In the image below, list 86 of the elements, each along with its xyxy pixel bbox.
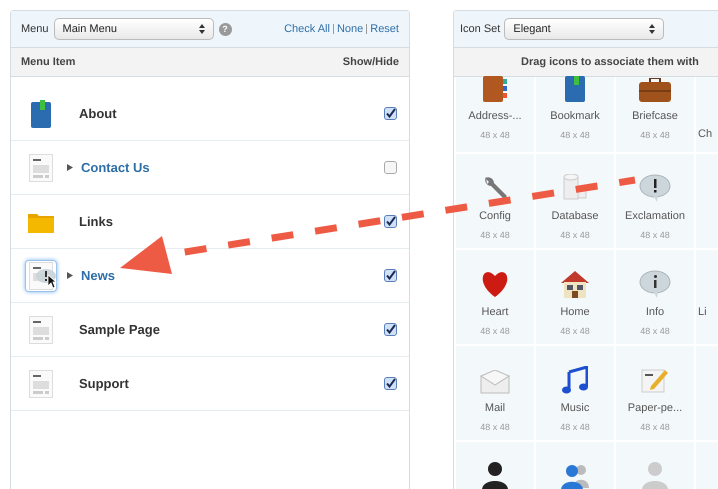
icon-name: Ch (698, 126, 712, 142)
select-arrows-icon (198, 24, 205, 34)
icon-tile[interactable]: Briefcase 48 x 48 (616, 77, 694, 152)
exclamation-bubble-icon[interactable] (639, 174, 671, 202)
icon-size: 48 x 48 (640, 128, 670, 142)
check-mark-icon (385, 108, 396, 119)
menu-item-label[interactable]: Links (79, 212, 113, 232)
icon-size: 48 x 48 (480, 324, 510, 338)
icon-size: 48 x 48 (640, 228, 670, 242)
show-checkbox[interactable] (384, 161, 397, 174)
book-icon (31, 100, 51, 128)
icon-name: Heart (482, 305, 508, 320)
check-mark-icon (385, 270, 396, 281)
icon-size: 48 x 48 (560, 420, 590, 434)
menu-item-label[interactable]: Contact Us (81, 158, 150, 178)
icon-name: Mail (484, 401, 506, 416)
bulk-action-link[interactable]: Check All (284, 20, 330, 38)
icon-size: 48 x 48 (560, 324, 590, 338)
check-mark-icon (385, 378, 396, 389)
icon-tile[interactable]: Config 48 x 48 (456, 154, 534, 248)
check-mark-icon (385, 324, 396, 335)
icon-size: 48 x 48 (480, 228, 510, 242)
check-mark-icon (385, 216, 396, 227)
icon-size: 48 x 48 (480, 128, 510, 142)
icon-tile[interactable]: Heart 48 x 48 (456, 250, 534, 344)
show-checkbox[interactable] (384, 269, 397, 282)
icon-tile[interactable]: Bookmark 48 x 48 (536, 77, 614, 152)
cursor-icon (47, 274, 57, 288)
menu-item-label[interactable]: News (81, 266, 115, 286)
house-icon[interactable] (560, 270, 590, 298)
icon-size: 48 x 48 (640, 420, 670, 434)
bulk-action-link[interactable]: None (336, 20, 364, 38)
menu-item-label[interactable]: About (79, 104, 117, 124)
icon-tile[interactable]: Info 48 x 48 (616, 250, 694, 344)
briefcase-icon[interactable] (639, 78, 671, 102)
show-checkbox[interactable] (384, 215, 397, 228)
heart-icon[interactable] (480, 270, 510, 298)
icon-name: Bookmark (550, 109, 600, 124)
icon-tile[interactable]: Li (696, 250, 718, 344)
icon-tile[interactable]: Database 48 x 48 (536, 154, 614, 248)
icon-set-label: Icon Set (460, 22, 500, 37)
icon-size: 48 x 48 (640, 324, 670, 338)
icon-name: Music (560, 401, 590, 416)
expand-triangle-icon[interactable] (67, 164, 73, 171)
music-note-icon[interactable] (562, 366, 588, 394)
icon-name: Info (646, 305, 664, 320)
icon-name: Address-... (468, 109, 522, 124)
icon-tile[interactable]: Mail 48 x 48 (456, 346, 534, 440)
menu-item-label[interactable]: Support (79, 374, 129, 394)
menu-item-label[interactable]: Sample Page (79, 320, 160, 340)
column-title: Menu Item (21, 54, 76, 70)
drop-target-icon[interactable] (25, 260, 57, 292)
expand-triangle-icon[interactable] (67, 272, 73, 279)
instruction-text: Drag icons to associate them with (521, 54, 699, 70)
icon-size: 48 x 48 (560, 128, 590, 142)
select-arrows-icon (649, 24, 656, 34)
icon-tile[interactable]: Address-... 48 x 48 (456, 77, 534, 152)
icon-name: Briefcase (632, 109, 678, 124)
icon-name: Exclamation (625, 209, 685, 224)
icon-name: Database (551, 209, 599, 224)
icon-tile[interactable]: Paper-pe... 48 x 48 (616, 346, 694, 440)
icon-name: Li (698, 305, 707, 320)
show-checkbox[interactable] (384, 323, 397, 336)
info-bubble-icon[interactable] (639, 270, 671, 298)
icon-tile[interactable]: Exclamation 48 x 48 (616, 154, 694, 248)
show-checkbox[interactable] (384, 377, 397, 390)
icon-tile[interactable]: Music 48 x 48 (536, 346, 614, 440)
page-icon (29, 316, 53, 344)
icon-name: Home (560, 305, 590, 320)
show-checkbox[interactable] (384, 107, 397, 120)
address-book-icon[interactable] (483, 76, 507, 102)
icon-name: Paper-pe... (628, 401, 682, 416)
icon-set-select[interactable]: Elegant (504, 18, 664, 40)
bulk-action-link[interactable]: Reset (370, 20, 399, 38)
person-icon[interactable] (480, 460, 510, 489)
icon-name: Config (479, 209, 511, 224)
page-icon (29, 154, 53, 182)
menu-label: Menu (21, 22, 49, 37)
menu-select[interactable]: Main Menu (54, 18, 214, 40)
icon-size: 48 x 48 (480, 420, 510, 434)
column-title: Show/Hide (342, 54, 399, 70)
page-icon (29, 370, 53, 398)
database-icon[interactable] (562, 174, 588, 202)
icon-tile[interactable]: Ch (696, 77, 718, 152)
icon-size: 48 x 48 (560, 228, 590, 242)
icon-tile[interactable]: Home 48 x 48 (536, 250, 614, 344)
